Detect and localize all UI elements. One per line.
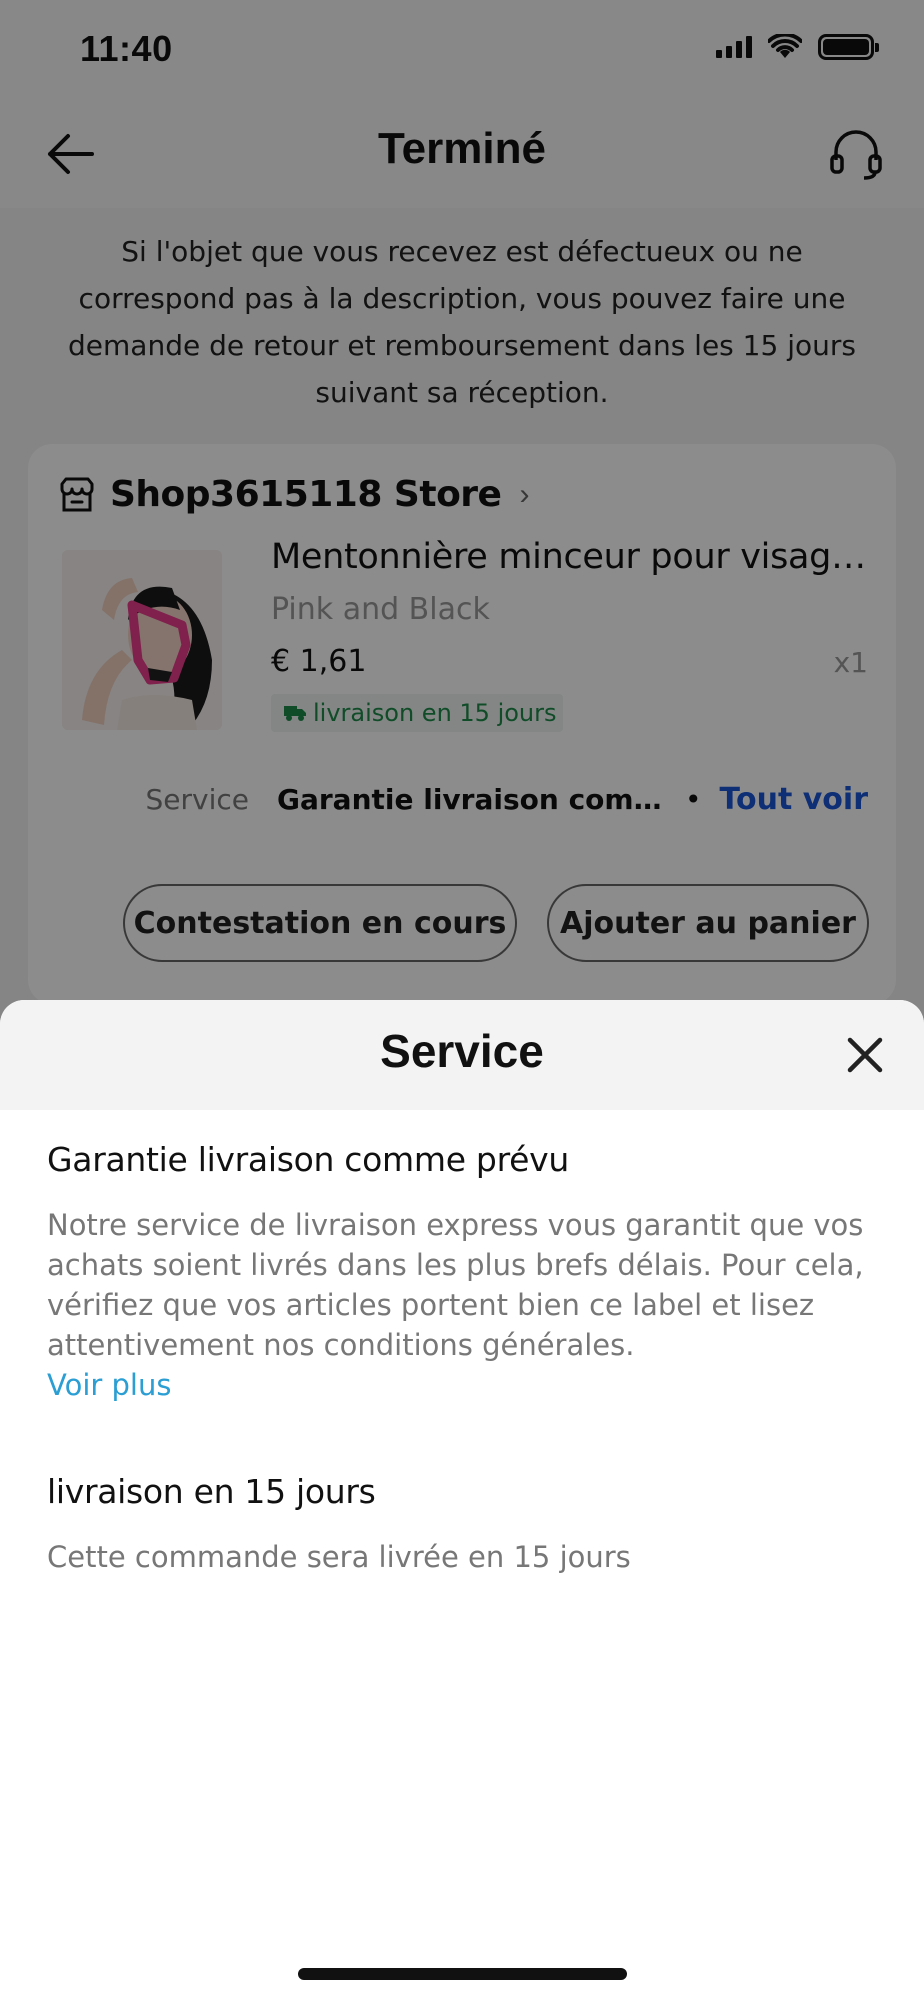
sheet-header: Service <box>0 1000 924 1110</box>
service-section-title: livraison en 15 jours <box>47 1472 376 1511</box>
service-section: livraison en 15 jours Cette commande ser… <box>47 1472 877 1577</box>
sheet-title: Service <box>380 1025 544 1077</box>
see-more-link[interactable]: Voir plus <box>47 1365 877 1405</box>
service-section-description: Cette commande sera livrée en 15 jours <box>47 1540 631 1574</box>
service-section-description: Notre service de livraison express vous … <box>47 1208 864 1362</box>
service-section-title: Garantie livraison comme prévu <box>47 1140 569 1179</box>
home-indicator[interactable] <box>298 1968 627 1980</box>
service-section: Garantie livraison comme prévu Notre ser… <box>47 1140 877 1405</box>
close-icon[interactable] <box>844 1034 886 1076</box>
service-bottom-sheet: Service Garantie livraison comme prévu N… <box>0 1000 924 2000</box>
